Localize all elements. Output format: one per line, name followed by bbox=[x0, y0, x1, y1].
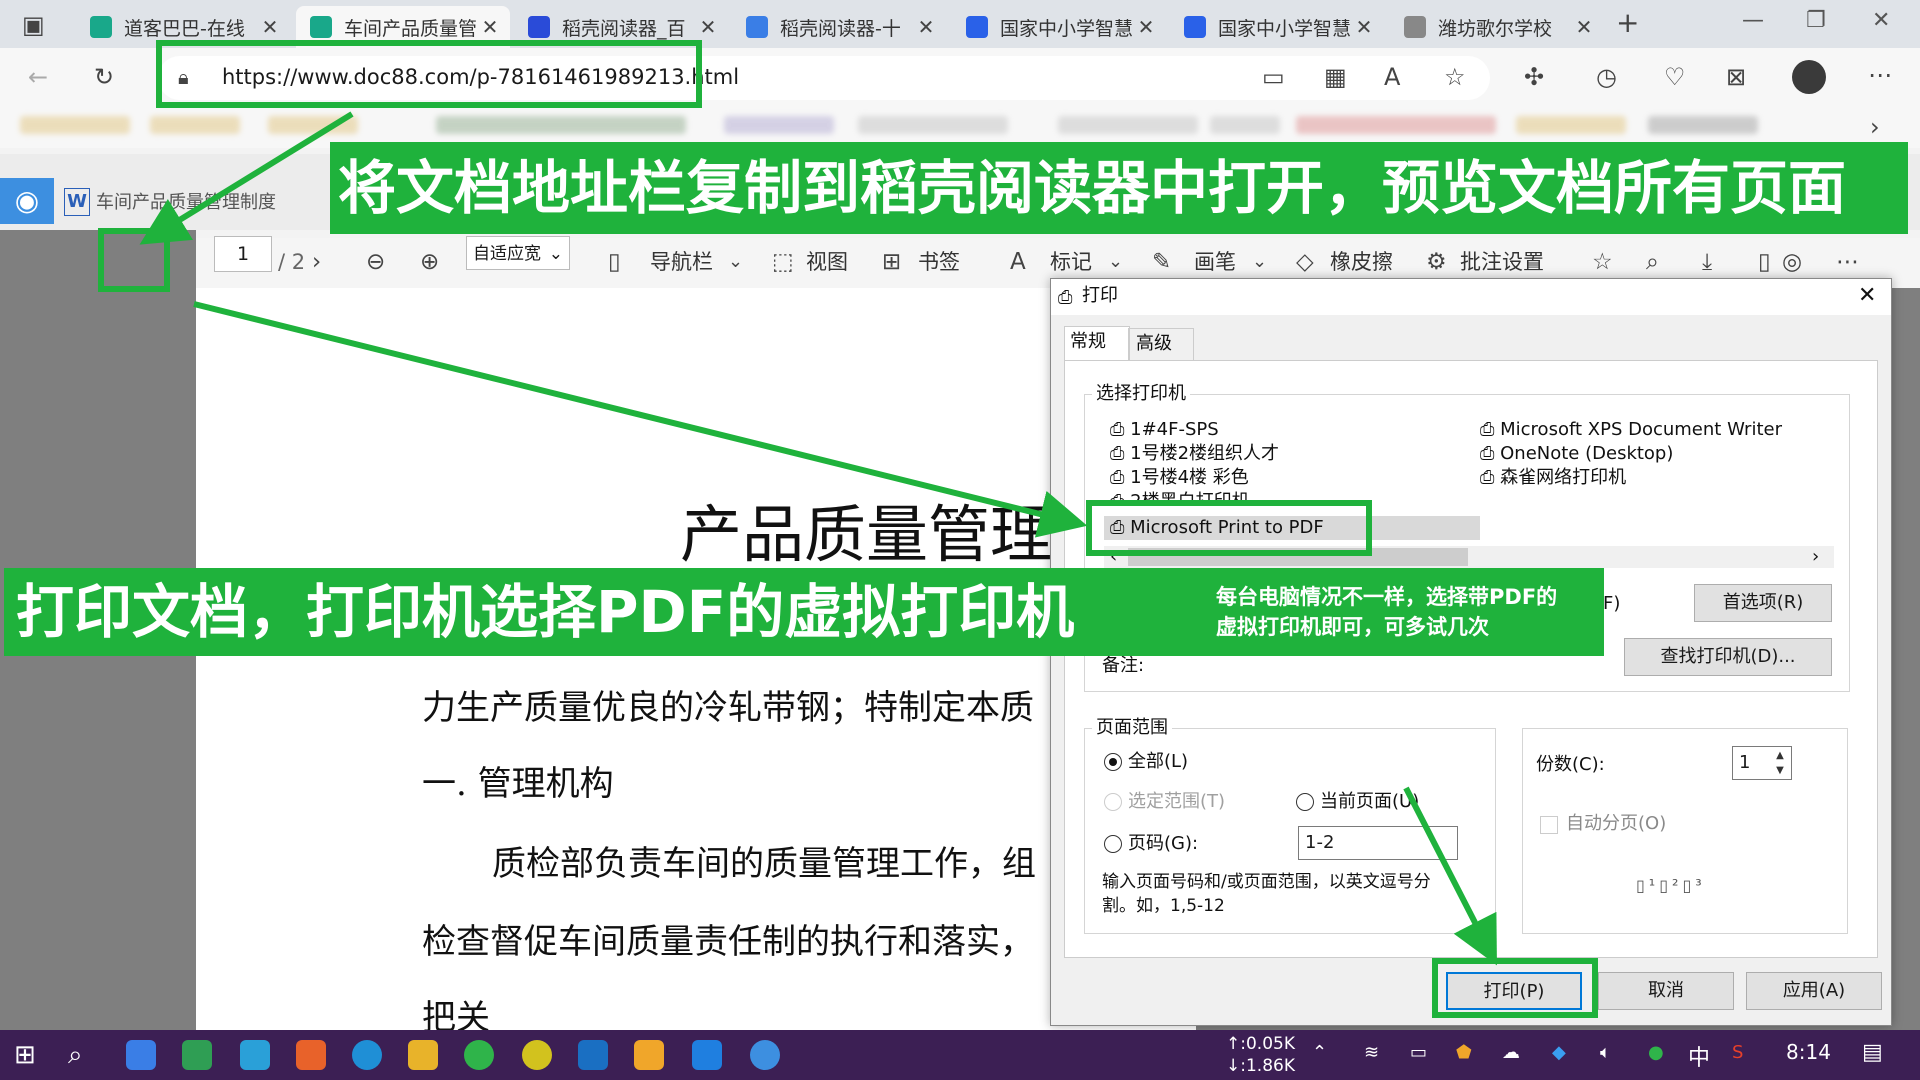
mid-instruction-banner: 打印文档，打印机选择PDF的虚拟打印机 每台电脑情况不一样，选择带PDF的 虚拟… bbox=[4, 568, 1604, 656]
wifi-icon[interactable]: ≋ bbox=[1364, 1042, 1379, 1063]
battery-icon[interactable]: ▭ bbox=[1410, 1042, 1427, 1063]
task-app-icon[interactable] bbox=[522, 1040, 552, 1070]
top-instruction-banner: 将文档地址栏复制到稻壳阅读器中打开，预览文档所有页面 bbox=[330, 142, 1908, 234]
sogou-ime-icon[interactable]: S bbox=[1732, 1042, 1743, 1063]
volume-icon[interactable]: 🔈︎ bbox=[1600, 1042, 1611, 1063]
arrow-to-print-button bbox=[1403, 786, 1497, 966]
calculator-icon[interactable] bbox=[182, 1040, 212, 1070]
wechat-tray-icon[interactable]: ● bbox=[1648, 1042, 1664, 1063]
arrow-to-pdf-printer bbox=[193, 301, 1088, 538]
windows-start-icon[interactable]: ⊞ bbox=[14, 1040, 36, 1070]
taskbar bbox=[0, 1030, 1920, 1080]
note-line: 虚拟打印机即可，可多试几次 bbox=[1216, 615, 1489, 639]
shield-icon[interactable]: ⬟ bbox=[1456, 1042, 1472, 1063]
net-speed-down: ↓:1.86K bbox=[1226, 1056, 1295, 1076]
edge-icon[interactable] bbox=[352, 1040, 382, 1070]
docer-reader-icon[interactable] bbox=[750, 1040, 780, 1070]
ime-indicator[interactable]: 中 bbox=[1688, 1040, 1710, 1072]
notification-icon[interactable]: ▤ bbox=[1862, 1040, 1883, 1065]
cloud-icon[interactable]: ☁ bbox=[1502, 1042, 1520, 1063]
file-explorer-icon[interactable] bbox=[408, 1040, 438, 1070]
wechat-icon[interactable] bbox=[464, 1040, 494, 1070]
mid-banner-text: 打印文档，打印机选择PDF的虚拟打印机 bbox=[16, 578, 1075, 646]
note-line: 每台电脑情况不一样，选择带PDF的 bbox=[1216, 585, 1558, 609]
task-app-icon[interactable] bbox=[296, 1040, 326, 1070]
tray-app-icon[interactable]: ◆ bbox=[1552, 1042, 1566, 1063]
search-icon[interactable]: ⌕ bbox=[68, 1040, 83, 1071]
outlook-icon[interactable] bbox=[578, 1040, 608, 1070]
clock-time[interactable]: 8:14 bbox=[1786, 1040, 1831, 1064]
arrow-to-print-icon bbox=[139, 111, 354, 245]
task-app-icon[interactable] bbox=[692, 1040, 722, 1070]
chevron-up-icon[interactable]: ⌃ bbox=[1312, 1042, 1327, 1063]
net-speed-up: ↑:0.05K bbox=[1226, 1034, 1295, 1054]
task-app-icon[interactable] bbox=[126, 1040, 156, 1070]
task-app-icon[interactable] bbox=[240, 1040, 270, 1070]
task-app-icon[interactable] bbox=[634, 1040, 664, 1070]
